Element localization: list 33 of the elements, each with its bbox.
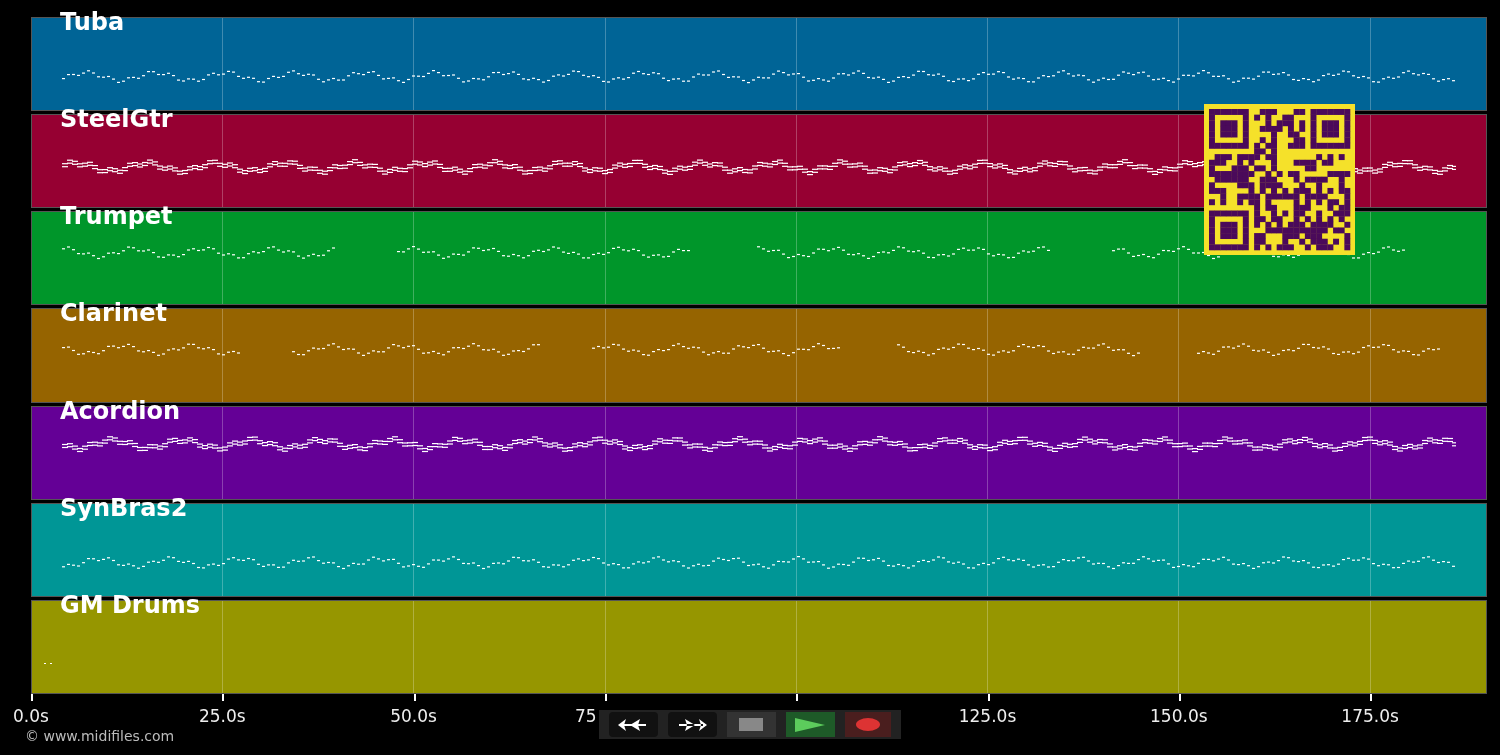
track-name: Trumpet	[60, 204, 173, 229]
track-name: GM Drums	[60, 592, 201, 617]
record-icon	[855, 718, 880, 731]
tick-mark	[1370, 694, 1373, 701]
tick-label: 25.0s	[198, 705, 246, 728]
track-name: Tuba	[60, 10, 125, 34]
rewind-icon	[618, 717, 649, 732]
record-button[interactable]	[844, 712, 891, 737]
tick-label: 0.0s	[13, 705, 49, 728]
tick-mark	[222, 694, 225, 701]
tick-mark	[604, 694, 607, 701]
fast-forward-icon	[677, 717, 708, 732]
play-icon	[795, 717, 826, 732]
copyright-text: © www.midifiles.com	[25, 727, 175, 746]
tick-mark	[31, 694, 33, 701]
tick-mark	[796, 694, 799, 701]
fast-forward-button[interactable]	[667, 712, 717, 737]
play-button[interactable]	[785, 712, 835, 737]
tick-mark	[413, 694, 416, 701]
stop-button[interactable]	[726, 712, 776, 737]
stop-icon	[739, 718, 764, 731]
tick-label: 50.0s	[390, 705, 437, 728]
rewind-button[interactable]	[609, 712, 658, 737]
tick-label: 125.0s	[958, 705, 1017, 728]
qr-code-icon	[1204, 104, 1355, 255]
notes-drawing	[44, 661, 52, 665]
tick-mark	[987, 694, 990, 701]
track-name: Clarinet	[60, 301, 167, 326]
tick-label: 75	[574, 705, 597, 728]
tick-label: 175.0s	[1341, 705, 1399, 728]
track-name: SteelGtr	[60, 107, 173, 132]
tick-label: 150.0s	[1150, 705, 1208, 728]
tick-mark	[1178, 694, 1181, 701]
